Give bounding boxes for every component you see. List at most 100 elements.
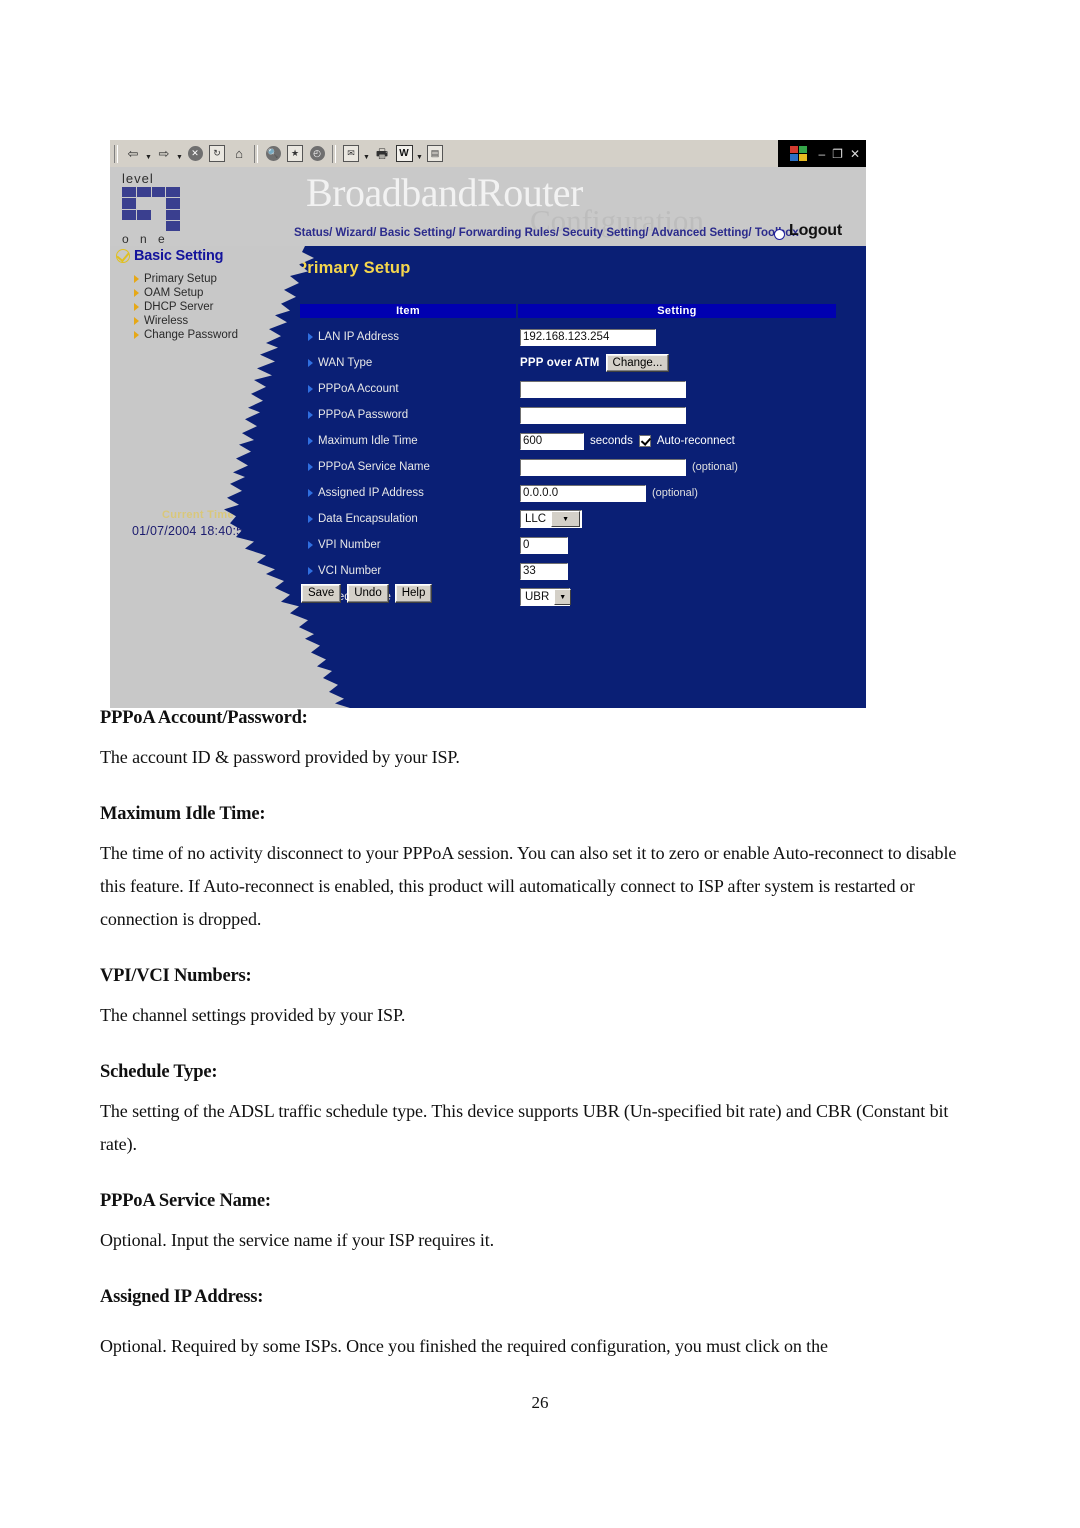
table-row: LAN IP Address (300, 324, 836, 350)
row-label-wan-type: WAN Type (300, 357, 516, 369)
windows-logo-icon (790, 146, 808, 161)
browser-toolbar: ⇦ ▼ ⇨ ▼ ✕ ↻ ⌂ 🔍 ★ ◴ ✉ ▼ 🖶 W ▼ ▤ – ❐ ✕ (110, 140, 866, 168)
bullet-triangle-icon (308, 333, 313, 341)
close-button[interactable]: ✕ (850, 148, 860, 160)
vpi-number-input[interactable] (520, 536, 568, 554)
bullet-triangle-icon (308, 437, 313, 445)
table-header-row: Item Setting (300, 304, 836, 318)
bullet-triangle-icon (308, 411, 313, 419)
product-title: BroadbandRouter (306, 170, 583, 215)
section-paragraph: Optional. Required by some ISPs. Once yo… (100, 1336, 828, 1356)
auto-reconnect-checkbox[interactable] (638, 435, 651, 447)
row-setting (516, 380, 836, 398)
pppoa-password-input[interactable] (520, 406, 686, 424)
section-heading: Maximum Idle Time: (100, 804, 266, 824)
pppoa-service-name-input[interactable] (520, 458, 686, 476)
section-heading: Schedule Type: (100, 1062, 218, 1082)
assigned-ip-address-input[interactable] (520, 484, 646, 502)
toolbar-divider (332, 144, 336, 163)
favorites-icon[interactable]: ★ (285, 144, 305, 164)
logout-button[interactable]: Logout (789, 222, 842, 240)
help-button[interactable]: Help (394, 584, 433, 603)
row-setting (516, 328, 836, 346)
change-wan-type-button[interactable]: Change... (605, 353, 670, 373)
search-icon[interactable]: 🔍 (263, 144, 283, 164)
sidebar-tab-basic-setting[interactable]: Basic Setting (116, 248, 223, 264)
row-setting (516, 536, 836, 554)
row-label-max-idle-time: Maximum Idle Time (300, 435, 516, 447)
bullet-triangle-icon (308, 567, 313, 575)
logout-radio-icon[interactable] (774, 229, 785, 240)
table-row: PPPoA Account (300, 376, 836, 402)
section-heading: Assigned IP Address: (100, 1287, 264, 1307)
stop-icon[interactable]: ✕ (185, 144, 205, 164)
row-label-text: PPPoA Service Name (318, 461, 430, 473)
row-label-text: Maximum Idle Time (318, 435, 418, 447)
bullet-triangle-icon (308, 463, 313, 471)
doc-section: Assigned IP Address: Optional. Required … (100, 1287, 980, 1363)
doc-section: PPPoA Service Name: Optional. Input the … (100, 1191, 980, 1257)
logo-grid-icon (122, 187, 180, 231)
restore-button[interactable]: ❐ (832, 148, 843, 160)
chevron-down-icon[interactable]: ▼ (551, 511, 580, 527)
row-label-text: PPPoA Password (318, 409, 409, 421)
save-button[interactable]: Save (301, 584, 342, 603)
discuss-icon[interactable]: ▤ (425, 144, 445, 164)
home-icon[interactable]: ⌂ (229, 144, 249, 164)
back-dropdown-icon[interactable]: ▼ (144, 144, 153, 164)
table-row: WAN Type PPP over ATM Change... (300, 350, 836, 376)
history-icon[interactable]: ◴ (307, 144, 327, 164)
brand-header: level o n e Configuration BroadbandRoute… (110, 167, 866, 246)
check-circle-icon (116, 249, 130, 263)
table-row: Assigned IP Address (optional) (300, 480, 836, 506)
doc-section: Maximum Idle Time: The time of no activi… (100, 804, 980, 936)
current-time-label: Current Time (162, 509, 234, 521)
row-label-text: Assigned IP Address (318, 487, 424, 499)
router-admin-screenshot: ⇦ ▼ ⇨ ▼ ✕ ↻ ⌂ 🔍 ★ ◴ ✉ ▼ 🖶 W ▼ ▤ – ❐ ✕ le… (110, 140, 866, 708)
table-row: PPPoA Password (300, 402, 836, 428)
sidebar-item-oam-setup[interactable]: OAM Setup (134, 286, 344, 300)
wan-type-value: PPP over ATM (520, 356, 600, 369)
row-label-vci-number: VCI Number (300, 565, 516, 577)
top-nav-links[interactable]: Status/ Wizard/ Basic Setting/ Forwardin… (294, 227, 799, 239)
edit-dropdown-icon[interactable]: ▼ (415, 144, 424, 164)
row-label-text: WAN Type (318, 357, 373, 369)
bullet-triangle-icon (308, 515, 313, 523)
undo-button[interactable]: Undo (347, 584, 389, 603)
sidebar-item-label: OAM Setup (144, 287, 204, 299)
bullet-triangle-icon (308, 489, 313, 497)
sidebar-tab-label: Basic Setting (134, 248, 224, 264)
sidebar-item-label: Wireless (144, 315, 189, 327)
column-header-setting: Setting (518, 304, 836, 318)
table-row: Maximum Idle Time seconds Auto-reconnect (300, 428, 836, 454)
forward-icon[interactable]: ⇨ (154, 144, 174, 164)
bullet-triangle-icon (308, 385, 313, 393)
bullet-triangle-icon (308, 541, 313, 549)
section-paragraph: The channel settings provided by your IS… (100, 1005, 406, 1025)
form-action-buttons: Save Undo Help (301, 584, 433, 603)
toolbar-divider (254, 144, 258, 163)
edit-word-icon[interactable]: W (394, 144, 414, 164)
chevron-down-icon[interactable]: ▼ (554, 589, 572, 605)
forward-dropdown-icon[interactable]: ▼ (175, 144, 184, 164)
mail-icon[interactable]: ✉ (341, 144, 361, 164)
row-setting (516, 562, 836, 580)
row-label-pppoa-service-name: PPPoA Service Name (300, 461, 516, 473)
page-number: 26 (531, 1393, 549, 1412)
back-icon[interactable]: ⇦ (123, 144, 143, 164)
schedule-type-select[interactable]: UBR ▼ (520, 588, 572, 606)
minimize-button[interactable]: – (818, 148, 825, 160)
mail-dropdown-icon[interactable]: ▼ (362, 144, 371, 164)
pppoa-account-input[interactable] (520, 380, 686, 398)
table-row: VPI Number (300, 532, 836, 558)
data-encapsulation-select[interactable]: LLC ▼ (520, 510, 582, 528)
current-time-value: 01/07/2004 18:40:58 (132, 524, 251, 538)
max-idle-time-input[interactable] (520, 432, 584, 450)
doc-section: PPPoA Account/Password: The account ID &… (100, 708, 980, 774)
toolbar-divider (114, 144, 118, 163)
lan-ip-address-input[interactable] (520, 328, 656, 346)
refresh-icon[interactable]: ↻ (207, 144, 227, 164)
row-label-assigned-ip: Assigned IP Address (300, 487, 516, 499)
print-icon[interactable]: 🖶 (372, 144, 392, 164)
vci-number-input[interactable] (520, 562, 568, 580)
